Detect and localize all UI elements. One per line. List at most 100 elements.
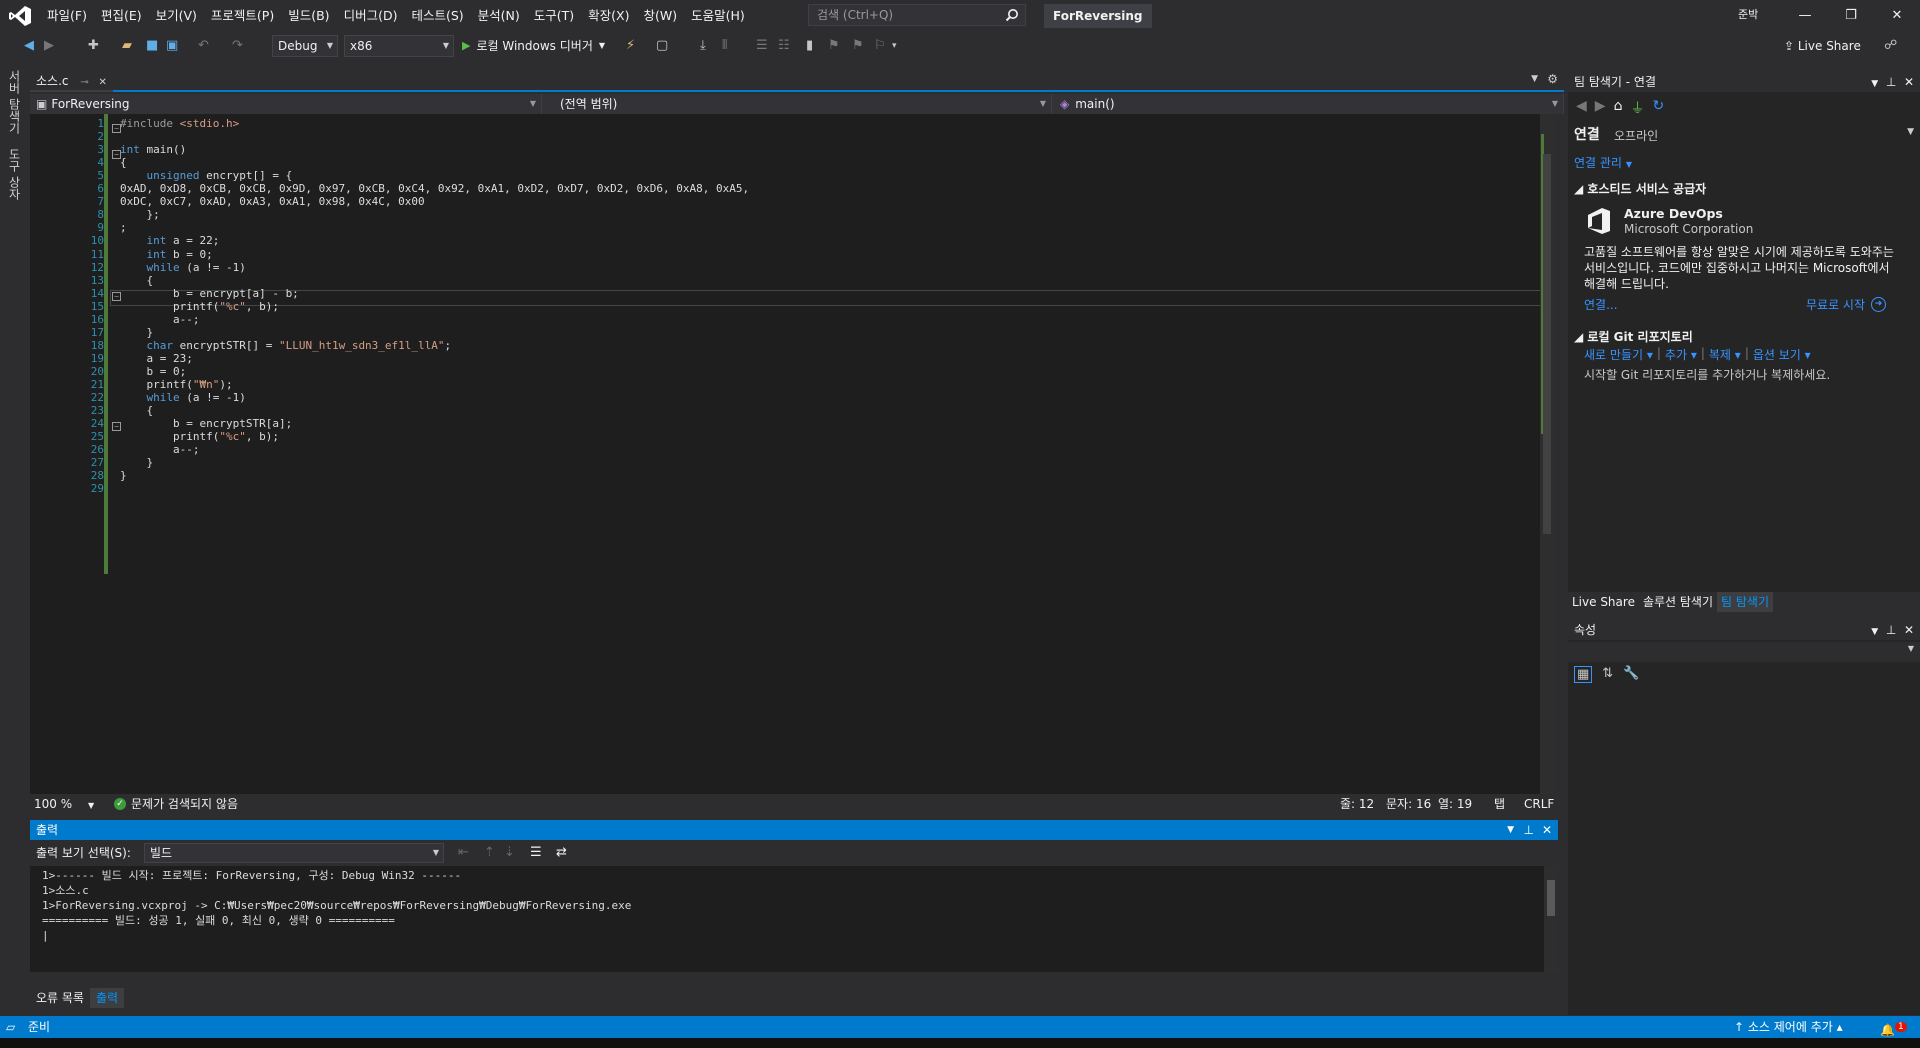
- connect-plug-icon[interactable]: ⏚: [1630, 98, 1644, 118]
- hot-reload-icon[interactable]: ⚡: [626, 37, 635, 55]
- error-list-tab[interactable]: 오류 목록: [30, 988, 90, 1008]
- save-all-icon[interactable]: ▣: [166, 37, 178, 55]
- team-explorer-tab[interactable]: 팀 탐색기: [1717, 592, 1773, 612]
- local-git-section[interactable]: ◢ 로컬 Git 리포지토리: [1574, 328, 1693, 345]
- panel-menu-icon[interactable]: ▼: [1507, 820, 1514, 840]
- code-line[interactable]: int main(): [120, 142, 186, 158]
- start-free-link[interactable]: 무료로 시작 ➜: [1806, 296, 1887, 313]
- home-icon[interactable]: ⌂: [1614, 98, 1623, 118]
- close-tab-icon[interactable]: ✕: [99, 77, 107, 88]
- code-editor[interactable]: 1 2 3 4 5 6 7 8 9 10 11 12 13 14 15 16 17 18 19 20 21 22 23 24 2…: [30, 114, 1554, 794]
- code-text[interactable]: #include <stdio.h> int main(){ unsigned e…: [110, 114, 1530, 794]
- code-line[interactable]: }: [120, 468, 127, 484]
- git-add-link[interactable]: 추가 ▾: [1665, 346, 1697, 363]
- menu-help[interactable]: 도움말(H): [684, 0, 752, 32]
- align-icon[interactable]: ⫴: [722, 37, 727, 55]
- toolbox-tab[interactable]: 도구 상자: [6, 148, 23, 200]
- menu-window[interactable]: 창(W): [636, 0, 684, 32]
- next-bookmark-icon[interactable]: ⚑: [852, 37, 864, 55]
- azure-connect-link[interactable]: 연결...: [1584, 296, 1618, 313]
- editor-vertical-scrollbar[interactable]: [1540, 114, 1554, 794]
- char-indicator[interactable]: 문자: 16: [1386, 794, 1431, 814]
- next-message-icon[interactable]: ⇣: [504, 844, 515, 862]
- output-source-select[interactable]: 빌드 ▼: [144, 843, 444, 863]
- find-message-icon[interactable]: ⇤: [458, 844, 469, 862]
- line-indicator[interactable]: 줄: 12: [1340, 794, 1374, 814]
- tab-indicator[interactable]: 탭: [1494, 794, 1505, 814]
- code-line[interactable]: 0xDC, 0xC7, 0xAD, 0xA3, 0xA1, 0x98, 0x4C…: [120, 194, 425, 210]
- output-text[interactable]: 1>------ 빌드 시작: 프로젝트: ForReversing, 구성: …: [30, 866, 1544, 972]
- toolbar-overflow-icon[interactable]: ▾: [892, 37, 897, 55]
- pin-icon[interactable]: ⊥: [1886, 75, 1896, 89]
- indicator-margin[interactable]: [30, 114, 50, 794]
- restore-icon[interactable]: ❐: [1828, 0, 1874, 32]
- comment-icon[interactable]: ☰: [756, 37, 768, 55]
- panel-menu-icon[interactable]: ▼: [1871, 627, 1878, 637]
- step-icon[interactable]: ⤓: [700, 37, 706, 55]
- scope-select[interactable]: (전역 범위) ▼: [544, 94, 1052, 114]
- git-new-link[interactable]: 새로 만들기 ▾: [1584, 346, 1653, 363]
- code-line[interactable]: #include <stdio.h>: [120, 116, 239, 132]
- output-tab[interactable]: 출력: [89, 988, 125, 1008]
- eol-indicator[interactable]: CRLF: [1524, 794, 1554, 814]
- solution-explorer-tab[interactable]: 솔루션 탐색기: [1639, 592, 1717, 612]
- live-share-button[interactable]: ⇪ Live Share: [1784, 36, 1861, 56]
- user-badge[interactable]: 준박: [1738, 6, 1758, 22]
- menu-edit[interactable]: 편집(E): [94, 0, 149, 32]
- navigate-back-icon[interactable]: ◀: [24, 37, 34, 55]
- hosted-providers-section[interactable]: ◢ 호스티드 서비스 공급자: [1574, 180, 1706, 197]
- server-explorer-tab[interactable]: 서버 탐색기: [6, 70, 23, 134]
- bookmark-icon[interactable]: ▮: [806, 37, 813, 55]
- property-pages-icon[interactable]: 🔧: [1623, 666, 1639, 683]
- pin-icon[interactable]: ⊸: [80, 77, 88, 88]
- zoom-select[interactable]: 100 % ▼: [34, 794, 94, 816]
- prev-bookmark-icon[interactable]: ⚑: [828, 37, 840, 55]
- issues-indicator[interactable]: ✓ 문제가 검색되지 않음: [114, 794, 238, 814]
- pin-icon[interactable]: ⊥: [1524, 820, 1534, 840]
- menu-analyze[interactable]: 분석(N): [471, 0, 527, 32]
- solution-platform-select[interactable]: x86 ▼: [344, 35, 454, 57]
- forward-icon[interactable]: ▶: [1595, 98, 1606, 118]
- uncomment-icon[interactable]: ☷: [778, 37, 790, 55]
- close-icon[interactable]: ✕: [1904, 75, 1914, 89]
- close-icon[interactable]: ✕: [1904, 623, 1914, 637]
- start-debugging-button[interactable]: ▶ 로컬 Windows 디버거 ▼: [462, 35, 605, 57]
- add-to-source-control-button[interactable]: ↑ 소스 제어에 추가 ▴: [1734, 1016, 1843, 1038]
- solution-configuration-select[interactable]: Debug ▼: [272, 35, 338, 57]
- output-vertical-scrollbar[interactable]: [1544, 866, 1558, 972]
- pin-icon[interactable]: ⊥: [1886, 623, 1896, 637]
- manage-connections-link[interactable]: 연결 관리 ▼: [1574, 154, 1632, 171]
- close-icon[interactable]: ✕: [1874, 0, 1920, 32]
- clear-bookmarks-icon[interactable]: ⚐: [874, 37, 886, 55]
- project-select[interactable]: ▣ ForReversing ▼: [30, 94, 542, 114]
- menu-view[interactable]: 보기(V): [149, 0, 204, 32]
- function-select[interactable]: ◈ main() ▼: [1054, 94, 1564, 114]
- redo-icon[interactable]: ↷: [232, 37, 243, 55]
- properties-object-select[interactable]: ▼: [1568, 642, 1920, 662]
- undo-icon[interactable]: ↶: [198, 37, 209, 55]
- menu-tools[interactable]: 도구(T): [527, 0, 581, 32]
- save-icon[interactable]: ■: [146, 37, 158, 55]
- document-tab[interactable]: 소스.c ⊸ ✕: [30, 72, 113, 92]
- minimize-icon[interactable]: —: [1782, 0, 1828, 32]
- back-icon[interactable]: ◀: [1576, 98, 1587, 118]
- menu-test[interactable]: 테스트(S): [404, 0, 470, 32]
- feedback-icon[interactable]: ☍: [1884, 37, 1897, 55]
- categorized-icon[interactable]: ▦: [1574, 666, 1593, 683]
- menu-project[interactable]: 프로젝트(P): [204, 0, 281, 32]
- new-project-icon[interactable]: ✚: [88, 37, 99, 55]
- git-clone-link[interactable]: 복제 ▾: [1709, 346, 1741, 363]
- alphabetical-icon[interactable]: ⇅: [1602, 666, 1613, 683]
- open-file-icon[interactable]: ▰: [122, 37, 132, 55]
- search-input[interactable]: 검색 (Ctrl+Q): [808, 4, 1026, 26]
- git-options-link[interactable]: 옵션 보기 ▾: [1753, 346, 1811, 363]
- chevron-down-icon[interactable]: ▼: [1907, 127, 1914, 137]
- close-icon[interactable]: ✕: [1542, 820, 1552, 840]
- panel-menu-icon[interactable]: ▼: [1871, 79, 1878, 89]
- live-share-tab[interactable]: Live Share: [1568, 592, 1639, 612]
- menu-build[interactable]: 빌드(B): [281, 0, 336, 32]
- settings-gear-icon[interactable]: ⚙: [1547, 72, 1558, 86]
- menu-file[interactable]: 파일(F): [40, 0, 94, 32]
- prev-message-icon[interactable]: ⇡: [484, 844, 495, 862]
- col-indicator[interactable]: 열: 19: [1438, 794, 1472, 814]
